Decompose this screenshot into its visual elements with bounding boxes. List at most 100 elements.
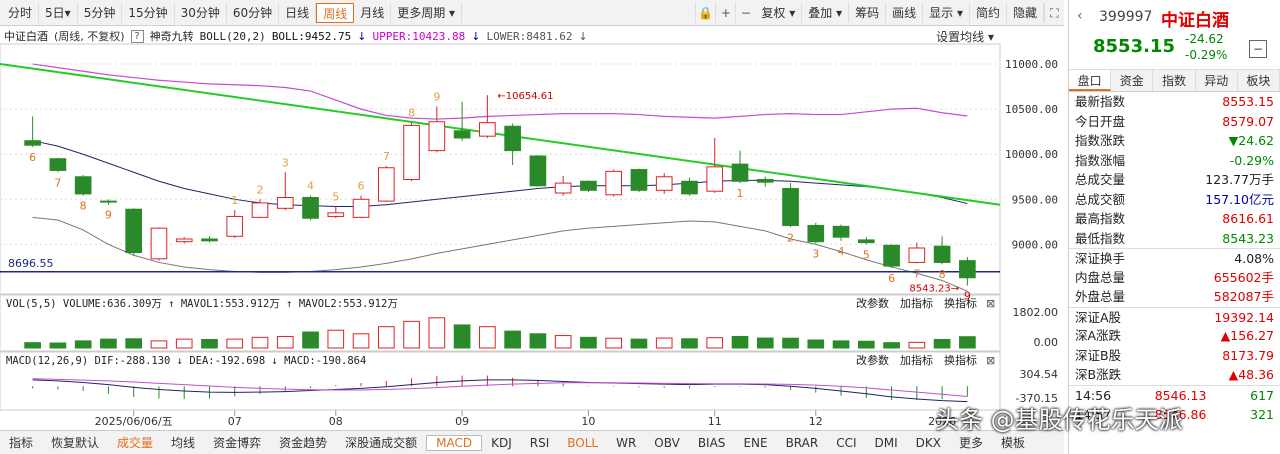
close-panel-icon[interactable]: ⊠: [986, 354, 995, 367]
indicator-tab-12[interactable]: OBV: [645, 436, 689, 450]
collapse-icon[interactable]: −: [1249, 40, 1267, 58]
display-dropdown[interactable]: 显示 ▾: [923, 2, 970, 23]
period-tab-30min[interactable]: 30分钟: [175, 2, 227, 23]
watermark: 头条 @基股传花乐天派: [935, 406, 1183, 434]
tick-v: 617: [1250, 387, 1274, 403]
panel-button-2[interactable]: 换指标: [944, 296, 977, 310]
indicator-tab-14[interactable]: ENE: [734, 436, 776, 450]
panel-button-0[interactable]: 改参数: [856, 353, 889, 367]
candle-body: [226, 215, 244, 237]
indicator-tab-19[interactable]: 更多: [950, 434, 992, 451]
adjust-dropdown[interactable]: 复权 ▾: [755, 2, 803, 23]
period-tab-daily[interactable]: 日线: [279, 2, 317, 23]
period-tab-weekly[interactable]: 周线: [316, 2, 355, 23]
indicator-tab-6[interactable]: 深股通成交额: [336, 434, 426, 451]
panel-button-0[interactable]: 改参数: [856, 296, 889, 310]
boll-upper-value: UPPER:10423.88: [372, 29, 466, 43]
period-tab-intraday[interactable]: 分时: [2, 2, 40, 23]
boll-mid-value: BOLL:9452.75: [271, 29, 352, 43]
indicator-tab-8[interactable]: KDJ: [482, 436, 521, 450]
ma-setting-dropdown[interactable]: 设置均线 ▾: [936, 28, 994, 45]
back-icon[interactable]: ‹: [1077, 8, 1083, 24]
stat-label: 外盘总量: [1075, 289, 1126, 304]
volume-bar: [504, 330, 521, 349]
period-tab-15min[interactable]: 15分钟: [122, 2, 175, 23]
panel-tab-0[interactable]: 盘口: [1069, 70, 1112, 91]
panel-tab-1[interactable]: 资金: [1111, 70, 1154, 91]
indicator-tab-17[interactable]: DMI: [866, 436, 907, 450]
panel-tabs: 盘口 资金 指数 异动 板块: [1069, 70, 1280, 92]
candle-body: [125, 208, 143, 254]
indicator-tab-10[interactable]: BOLL: [558, 436, 607, 450]
td-count-label: 7: [54, 176, 61, 189]
indicator-tab-2[interactable]: 成交量: [108, 434, 162, 451]
overlay-dropdown[interactable]: 叠加 ▾: [802, 2, 850, 23]
indicator-tab-4[interactable]: 资金博弈: [204, 434, 270, 451]
period-more-dropdown[interactable]: 更多周期 ▾: [391, 2, 463, 23]
panel-button-1[interactable]: 加指标: [900, 296, 933, 310]
td-count-label: 5: [863, 248, 870, 261]
vol-info-label: VOL(5,5) VOLUME:636.309万 ↑ MAVOL1:553.91…: [6, 298, 398, 310]
stat-value: 157.10亿元: [1205, 191, 1274, 207]
period-tab-60min[interactable]: 60分钟: [227, 2, 280, 23]
indicator-tab-18[interactable]: DKX: [907, 436, 950, 450]
draw-button[interactable]: 画线: [886, 2, 924, 23]
indicator-tab-1[interactable]: 恢复默认: [42, 434, 108, 451]
stat-value: 123.77万手: [1205, 172, 1274, 187]
stat-label: 今日开盘: [1075, 113, 1126, 129]
simple-button[interactable]: 简约: [970, 2, 1007, 23]
stat-label: 总成交额: [1075, 191, 1126, 207]
indicator-tab-7[interactable]: MACD: [426, 434, 483, 451]
volume-bar: [352, 333, 370, 349]
index-name: 中证白酒: [4, 30, 48, 43]
indicator-tab-5[interactable]: 资金趋势: [270, 434, 336, 451]
price-change: -24.62: [1185, 32, 1224, 46]
td-count-label: 6: [29, 151, 36, 164]
fullscreen-icon[interactable]: ⛶: [1044, 2, 1064, 23]
kline-chart-svg[interactable]: 11000.0010500.0010000.009500.009000.0018…: [0, 26, 1064, 430]
candle-body: [251, 202, 269, 218]
td-count-label: 9: [433, 90, 440, 103]
candle-body: [74, 176, 92, 195]
stat-value: -0.29%: [1229, 152, 1274, 168]
indicator-td9[interactable]: 神奇九转: [150, 28, 194, 44]
chips-button[interactable]: 筹码: [849, 2, 887, 23]
panel-button-1[interactable]: 加指标: [900, 353, 933, 367]
indicator-tab-0[interactable]: 指标: [0, 434, 42, 451]
help-icon[interactable]: ?: [130, 29, 144, 43]
stat-row: 最低指数 8543.23: [1069, 229, 1280, 249]
indicator-tab-15[interactable]: BRAR: [777, 436, 828, 450]
indicator-tab-13[interactable]: BIAS: [689, 436, 735, 450]
volume-bar: [479, 326, 496, 349]
candle-body: [580, 180, 597, 191]
stat-label: 指数涨跌: [1075, 133, 1126, 148]
volume-bar: [529, 333, 547, 349]
close-panel-icon[interactable]: ⊠: [986, 297, 995, 310]
panel-tab-2[interactable]: 指数: [1153, 70, 1196, 91]
panel-button-2[interactable]: 换指标: [944, 353, 977, 367]
indicator-tab-16[interactable]: CCI: [827, 436, 865, 450]
indicator-tab-9[interactable]: RSI: [521, 436, 559, 450]
period-tab-monthly[interactable]: 月线: [354, 2, 392, 23]
volume-bar: [125, 338, 143, 349]
panel-tab-4[interactable]: 板块: [1237, 70, 1280, 91]
lock-icon[interactable]: 🔒: [695, 2, 715, 23]
chart-area[interactable]: 11000.00 10500.00 10000.00 9500.00 9000.00 18…: [0, 26, 1064, 430]
stat-row: 总成交量 123.77万手: [1069, 170, 1280, 190]
td-count-label: 3: [282, 156, 289, 169]
stat-label: 深A涨跌: [1075, 328, 1122, 343]
td-count-label: 2: [787, 231, 794, 244]
indicator-tab-3[interactable]: 均线: [162, 434, 204, 451]
period-tab-5day[interactable]: 5日▾: [39, 2, 78, 23]
volume-bar: [731, 335, 749, 349]
candle-body: [150, 227, 168, 260]
indicator-tab-11[interactable]: WR: [607, 436, 645, 450]
minus-icon[interactable]: −: [735, 2, 755, 23]
volume-bar: [403, 320, 420, 349]
indicator-tab-20[interactable]: 模板: [992, 434, 1034, 451]
plus-icon[interactable]: +: [715, 2, 735, 23]
period-tab-5min[interactable]: 5分钟: [78, 2, 123, 23]
panel-tab-3[interactable]: 异动: [1195, 70, 1238, 91]
tick-v: 321: [1250, 407, 1274, 422]
hide-button[interactable]: 隐藏: [1007, 2, 1044, 23]
